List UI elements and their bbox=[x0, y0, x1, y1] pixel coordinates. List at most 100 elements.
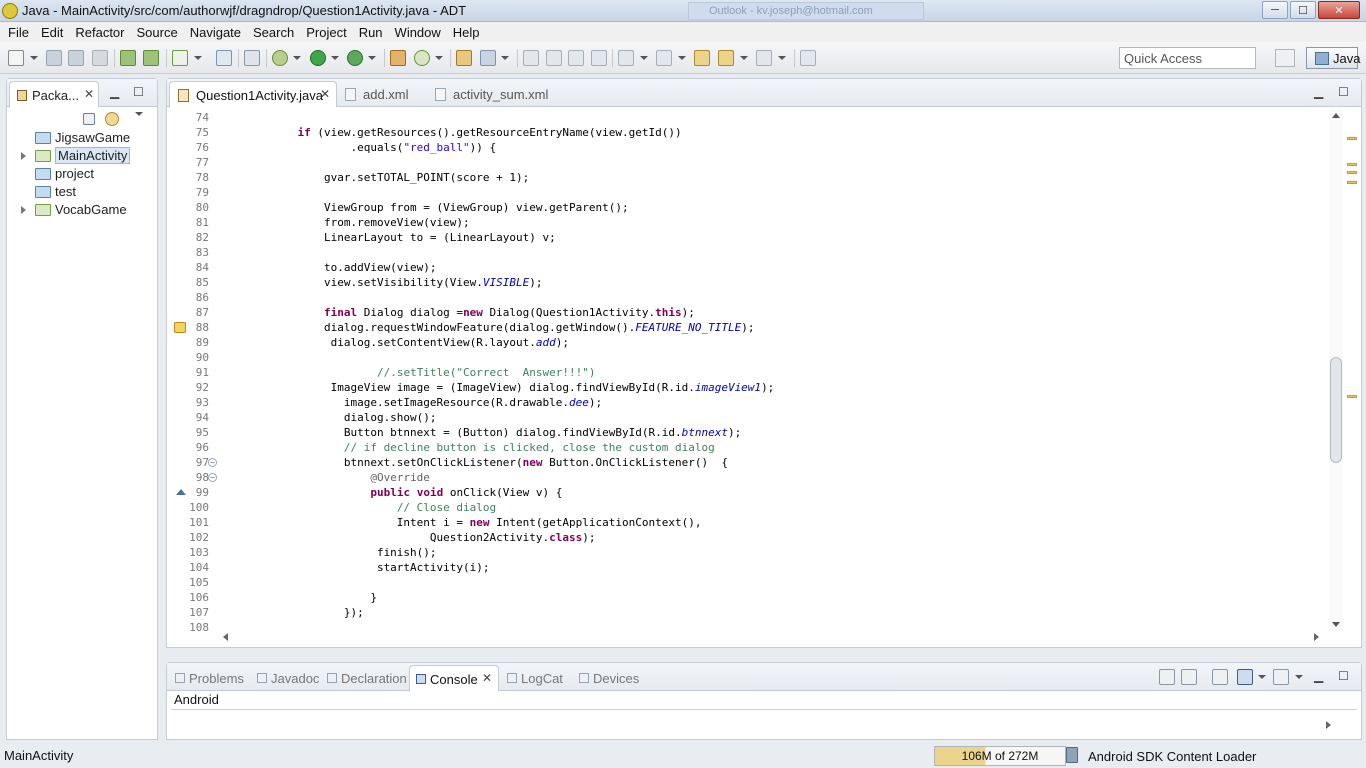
warning-marker[interactable] bbox=[1347, 181, 1357, 184]
next-annotation-icon[interactable] bbox=[618, 50, 634, 66]
code-line[interactable]: 93 image.setImageResource(R.drawable.dee… bbox=[167, 395, 1327, 410]
scroll-right-arrow-icon[interactable] bbox=[1326, 721, 1331, 729]
previous-annotation-dropdown-arrow[interactable] bbox=[678, 56, 686, 60]
remove-launch-icon[interactable] bbox=[1159, 669, 1175, 685]
minimize-view-icon[interactable]: ▁ bbox=[1314, 669, 1323, 683]
menu-file[interactable]: File bbox=[2, 25, 35, 40]
menu-window[interactable]: Window bbox=[389, 25, 447, 40]
lint-check-icon[interactable] bbox=[172, 50, 188, 66]
code-line[interactable]: 85 view.setVisibility(View.VISIBLE); bbox=[167, 275, 1327, 290]
pin-editor-icon[interactable] bbox=[800, 50, 816, 66]
tab-activity-sum-xml[interactable]: activity_sum.xml bbox=[427, 81, 557, 107]
maximize-view-icon[interactable]: ☐ bbox=[133, 85, 144, 99]
code-line[interactable]: 98− @Override bbox=[167, 470, 1327, 485]
link-with-editor-icon[interactable] bbox=[105, 112, 119, 126]
search-icon[interactable] bbox=[480, 50, 496, 66]
code-line[interactable]: 96 // if decline button is clicked, clos… bbox=[167, 440, 1327, 455]
editor-vertical-scrollbar[interactable] bbox=[1329, 109, 1343, 631]
code-line[interactable]: 106 } bbox=[167, 590, 1327, 605]
tree-item-mainactivity[interactable]: MainActivity bbox=[7, 147, 157, 165]
tab-console[interactable]: Console ✕ bbox=[409, 665, 499, 691]
warning-marker[interactable] bbox=[1347, 171, 1357, 174]
code-line[interactable]: 81 from.removeView(view); bbox=[167, 215, 1327, 230]
skip-breakpoints-icon[interactable] bbox=[244, 50, 260, 66]
scroll-left-arrow-icon[interactable] bbox=[223, 633, 228, 641]
code-line[interactable]: 103 finish(); bbox=[167, 545, 1327, 560]
close-icon[interactable]: ✕ bbox=[320, 87, 330, 101]
code-line[interactable]: 80 ViewGroup from = (ViewGroup) view.get… bbox=[167, 200, 1327, 215]
menu-edit[interactable]: Edit bbox=[35, 25, 69, 40]
menu-refactor[interactable]: Refactor bbox=[69, 25, 130, 40]
code-line[interactable]: 86 bbox=[167, 290, 1327, 305]
debug-icon[interactable] bbox=[272, 50, 288, 66]
warning-icon[interactable] bbox=[174, 322, 186, 333]
scrollbar-thumb[interactable] bbox=[1330, 357, 1342, 463]
collapse-fold-icon[interactable]: − bbox=[208, 458, 217, 467]
warning-marker[interactable] bbox=[1347, 395, 1357, 398]
code-text-area[interactable]: 74 75 if (view.getResources().getResource… bbox=[167, 109, 1327, 631]
save-icon[interactable] bbox=[46, 50, 62, 66]
debug-dropdown-arrow[interactable] bbox=[293, 56, 301, 60]
code-line[interactable]: 88 dialog.requestWindowFeature(dialog.ge… bbox=[167, 320, 1327, 335]
tab-package-explorer[interactable]: Packa... ✕ bbox=[9, 81, 99, 107]
tree-item-test[interactable]: test bbox=[7, 183, 157, 201]
code-line[interactable]: 79 bbox=[167, 185, 1327, 200]
minimize-view-icon[interactable]: ▁ bbox=[110, 85, 119, 99]
display-console-dropdown-arrow[interactable] bbox=[1258, 675, 1266, 679]
collapse-all-icon[interactable] bbox=[83, 113, 95, 125]
next-annotation-dropdown-arrow[interactable] bbox=[640, 56, 648, 60]
code-line[interactable]: 76 .equals("red_ball")) { bbox=[167, 140, 1327, 155]
menu-help[interactable]: Help bbox=[447, 25, 486, 40]
tab-declaration[interactable]: Declaration bbox=[321, 665, 407, 691]
display-selected-console-icon[interactable] bbox=[1237, 669, 1253, 685]
back-dropdown-arrow[interactable] bbox=[740, 56, 748, 60]
android-avd-manager-icon[interactable] bbox=[143, 50, 159, 66]
code-line[interactable]: 78 gvar.setTOTAL_POINT(score + 1); bbox=[167, 170, 1327, 185]
code-line[interactable]: 107 }); bbox=[167, 605, 1327, 620]
run-external-tools-icon[interactable] bbox=[347, 50, 363, 66]
menu-run[interactable]: Run bbox=[353, 25, 389, 40]
tab-add-xml[interactable]: add.xml bbox=[337, 81, 427, 107]
open-console-dropdown-arrow[interactable] bbox=[1295, 675, 1303, 679]
code-line[interactable]: 99 public void onClick(View v) { bbox=[167, 485, 1327, 500]
android-sdk-manager-icon[interactable] bbox=[120, 50, 136, 66]
expand-arrow-icon[interactable] bbox=[21, 206, 26, 214]
code-line[interactable]: 104 startActivity(i); bbox=[167, 560, 1327, 575]
tree-item-project[interactable]: project bbox=[7, 165, 157, 183]
run-icon[interactable] bbox=[310, 50, 326, 66]
new-icon[interactable] bbox=[8, 50, 24, 66]
show-whitespace-icon[interactable] bbox=[591, 50, 607, 66]
pin-console-icon[interactable] bbox=[1212, 669, 1228, 685]
code-line[interactable]: 89 dialog.setContentView(R.layout.add); bbox=[167, 335, 1327, 350]
menu-project[interactable]: Project bbox=[300, 25, 352, 40]
override-icon[interactable] bbox=[176, 489, 186, 495]
code-line[interactable]: 84 to.addView(view); bbox=[167, 260, 1327, 275]
code-line[interactable]: 74 bbox=[167, 110, 1327, 125]
search-dropdown-arrow[interactable] bbox=[501, 56, 509, 60]
warning-marker[interactable] bbox=[1347, 163, 1357, 166]
new-java-package-icon[interactable] bbox=[390, 50, 406, 66]
code-line[interactable]: 100 // Close dialog bbox=[167, 500, 1327, 515]
close-icon[interactable]: ✕ bbox=[482, 671, 492, 685]
code-line[interactable]: 92 ImageView image = (ImageView) dialog.… bbox=[167, 380, 1327, 395]
code-line[interactable]: 75 if (view.getResources().getResourceEn… bbox=[167, 125, 1327, 140]
background-window-tab[interactable]: Outlook - kv.joseph@hotmail.com bbox=[688, 2, 924, 20]
tab-question1activity-java[interactable]: Question1Activity.java ✕ bbox=[169, 81, 337, 107]
new-class-dropdown-arrow[interactable] bbox=[435, 56, 443, 60]
code-line[interactable]: 77 bbox=[167, 155, 1327, 170]
scroll-right-arrow-icon[interactable] bbox=[1314, 633, 1319, 641]
save-all-icon[interactable] bbox=[68, 50, 84, 66]
forward-arrow-icon[interactable] bbox=[756, 50, 772, 66]
tree-item-jigsawgame[interactable]: JigsawGame bbox=[7, 129, 157, 147]
close-icon[interactable]: ✕ bbox=[84, 87, 94, 101]
maximize-view-icon[interactable]: ☐ bbox=[1338, 669, 1349, 683]
code-line[interactable]: 94 dialog.show(); bbox=[167, 410, 1327, 425]
run-dropdown-arrow[interactable] bbox=[331, 56, 339, 60]
new-android-project-icon[interactable] bbox=[216, 50, 232, 66]
code-line[interactable]: 102 Question2Activity.class); bbox=[167, 530, 1327, 545]
view-menu-icon[interactable] bbox=[135, 112, 143, 116]
code-line[interactable]: 90 bbox=[167, 350, 1327, 365]
back-arrow-icon[interactable] bbox=[718, 50, 734, 66]
maximize-button[interactable]: ☐ bbox=[1290, 1, 1316, 19]
tab-devices[interactable]: Devices bbox=[573, 665, 643, 691]
